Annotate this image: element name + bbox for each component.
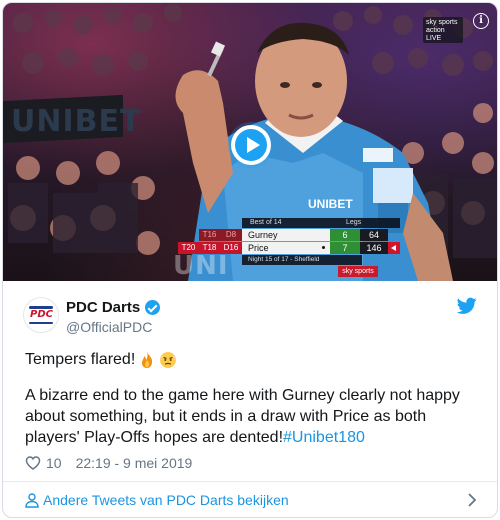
play-icon[interactable]	[231, 125, 271, 165]
player-name: Price	[242, 242, 330, 254]
throw-arrow-icon	[388, 242, 400, 254]
more-tweets-label[interactable]: Andere Tweets van PDC Darts bekijken	[43, 492, 289, 508]
svg-text:UNIBET: UNIBET	[308, 197, 353, 211]
avatar-swoosh	[29, 322, 53, 324]
checkout-mid: T16	[199, 229, 220, 241]
tweet-line-1: Tempers flared!	[25, 351, 177, 369]
night-label: Night 15 of 17 - Sheffield	[242, 255, 362, 265]
channel-logo-line: action	[426, 27, 445, 34]
player-legs: 6	[330, 229, 360, 241]
angry-face-emoji-icon	[160, 352, 177, 368]
heart-icon[interactable]	[25, 455, 41, 471]
arena-banner-text-bottom: UNI	[173, 251, 229, 281]
twitter-bird-icon[interactable]	[457, 297, 477, 315]
channel-logo: sky sports action LIVE	[423, 17, 463, 43]
avatar-text: PDC	[30, 309, 53, 320]
legs-header: Legs	[346, 219, 362, 226]
broadcaster-badge: sky sports	[338, 266, 378, 277]
tweet-meta: 10 22:19 - 9 mei 2019	[25, 455, 192, 471]
throwing-indicator-icon	[322, 246, 325, 249]
player-name: Gurney	[242, 229, 330, 241]
checkout-left: T20	[178, 242, 199, 254]
avatar[interactable]: PDC	[23, 297, 59, 333]
like-count[interactable]: 10	[46, 455, 62, 471]
verified-icon	[145, 300, 161, 315]
checkout-right: D8	[220, 229, 242, 241]
display-name[interactable]: PDC Darts	[66, 299, 140, 316]
timestamp[interactable]: 22:19 - 9 mei 2019	[76, 455, 193, 471]
checkout-right: D16	[220, 242, 242, 254]
hashtag-link[interactable]: #Unibet180	[283, 429, 365, 446]
handle[interactable]: @OfficialPDC	[66, 319, 152, 335]
checkout-mid: T18	[199, 242, 220, 254]
channel-logo-line: LIVE	[426, 35, 442, 42]
embedded-tweet-card: UNIBET UNIBET UNI sky sports action LIVE…	[2, 2, 498, 518]
chevron-right-icon[interactable]	[467, 493, 477, 507]
info-icon[interactable]: i	[473, 13, 489, 29]
player-points: 146	[360, 242, 388, 254]
fire-emoji-icon	[142, 352, 153, 368]
player-points: 64	[360, 229, 388, 241]
tweet-line-1-text: Tempers flared!	[25, 351, 136, 368]
tweet-body: A bizarre end to the game here with Gurn…	[25, 385, 485, 448]
checkout-left	[178, 229, 199, 241]
arena-banner-text: UNIBET	[11, 104, 142, 139]
tweet-header: PDC PDC Darts @OfficialPDC	[3, 281, 497, 343]
tweet-body-text: A bizarre end to the game here with Gurn…	[25, 387, 460, 446]
more-tweets-link[interactable]: Andere Tweets van PDC Darts bekijken	[3, 482, 497, 517]
channel-logo-line: sky sports	[426, 19, 458, 26]
video-player[interactable]: UNIBET UNIBET UNI sky sports action LIVE…	[3, 3, 497, 281]
player-legs: 7	[330, 242, 360, 254]
author-line: PDC Darts	[66, 299, 161, 316]
person-icon	[25, 493, 39, 508]
scoreboard-row: T20 T18 D16 Price 7 146	[178, 242, 400, 254]
best-of-label: Best of 14	[250, 219, 282, 226]
scoreboard-row: T16 D8 Gurney 6 64	[178, 229, 400, 241]
